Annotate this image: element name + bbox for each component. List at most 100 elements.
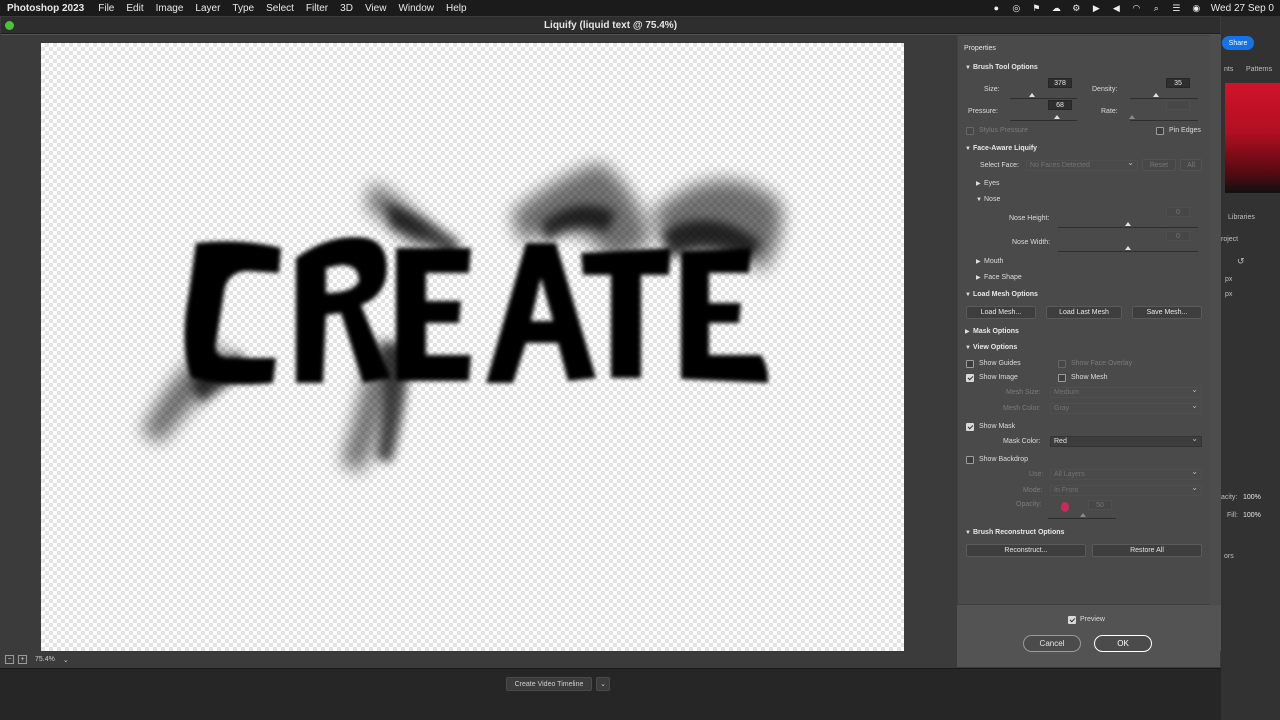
ok-button[interactable]: OK bbox=[1094, 635, 1152, 652]
save-mesh-button[interactable]: Save Mesh... bbox=[1132, 306, 1202, 319]
pressure-slider-thumb[interactable] bbox=[1054, 115, 1060, 119]
menu-edit[interactable]: Edit bbox=[120, 3, 149, 14]
reconstruct-header[interactable]: ▼ Brush Reconstruct Options bbox=[965, 529, 1064, 536]
select-face-dropdown[interactable]: No Faces Detected bbox=[1026, 158, 1138, 171]
zoom-dropdown-icon[interactable]: ⌄ bbox=[63, 656, 69, 664]
backdrop-opacity-track[interactable] bbox=[1048, 518, 1116, 519]
menu-view[interactable]: View bbox=[359, 3, 393, 14]
chevron-down-icon: ▼ bbox=[965, 146, 971, 152]
siri-icon[interactable]: ◉ bbox=[1191, 3, 1202, 14]
mesh-size-dropdown[interactable]: Medium bbox=[1050, 385, 1202, 398]
density-input[interactable]: 35 bbox=[1166, 78, 1190, 88]
volume-icon[interactable]: ◀ bbox=[1111, 3, 1122, 14]
stylus-pressure-checkbox[interactable] bbox=[966, 127, 974, 135]
mode-dropdown[interactable]: In Front bbox=[1050, 483, 1202, 496]
eyes-row[interactable]: ▶ Eyes bbox=[976, 180, 1000, 187]
create-video-timeline-button[interactable]: Create Video Timeline bbox=[506, 677, 592, 691]
reconstruct-button[interactable]: Reconstruct... bbox=[966, 544, 1086, 557]
size-slider-thumb[interactable] bbox=[1029, 93, 1035, 97]
menu-filter[interactable]: Filter bbox=[300, 3, 334, 14]
face-aware-header[interactable]: ▼ Face-Aware Liquify bbox=[965, 145, 1037, 152]
restore-all-button[interactable]: Restore All bbox=[1092, 544, 1202, 557]
network-icon[interactable]: ⚙ bbox=[1071, 3, 1082, 14]
menubar-clock[interactable]: Wed 27 Sep 0 bbox=[1211, 3, 1274, 14]
show-backdrop-checkbox[interactable] bbox=[966, 456, 974, 464]
view-options-header[interactable]: ▼ View Options bbox=[965, 344, 1017, 351]
timeline-dropdown-icon[interactable]: ⌄ bbox=[596, 677, 610, 691]
menu-help[interactable]: Help bbox=[440, 3, 473, 14]
zoom-out-icon[interactable]: − bbox=[5, 655, 14, 664]
menu-type[interactable]: Type bbox=[226, 3, 260, 14]
tab-libraries[interactable]: Libraries bbox=[1228, 214, 1255, 221]
menu-file[interactable]: File bbox=[92, 3, 120, 14]
show-guides-checkbox[interactable] bbox=[966, 360, 974, 368]
search-icon[interactable]: ⌕ bbox=[1151, 3, 1162, 14]
mask-color-dropdown[interactable]: Red bbox=[1050, 434, 1202, 447]
nose-height-slider-thumb[interactable] bbox=[1125, 222, 1131, 226]
photoshop-bottom-panel bbox=[0, 668, 1221, 720]
properties-scrollbar[interactable] bbox=[1210, 35, 1221, 605]
menu-layer[interactable]: Layer bbox=[189, 3, 226, 14]
pressure-slider-track[interactable] bbox=[1010, 120, 1077, 121]
all-button[interactable]: All bbox=[1180, 159, 1202, 171]
flag-icon[interactable]: ⚑ bbox=[1031, 3, 1042, 14]
creative-cloud-icon[interactable]: ◎ bbox=[1011, 3, 1022, 14]
rate-slider-track[interactable] bbox=[1130, 120, 1198, 121]
fill-value[interactable]: 100% bbox=[1243, 512, 1261, 519]
share-button[interactable]: Share bbox=[1222, 36, 1254, 50]
menu-image[interactable]: Image bbox=[150, 3, 190, 14]
menu-select[interactable]: Select bbox=[260, 3, 300, 14]
record-icon[interactable]: ● bbox=[991, 3, 1002, 14]
mask-options-header[interactable]: ▶ Mask Options bbox=[965, 328, 1019, 335]
backdrop-opacity-thumb[interactable] bbox=[1080, 513, 1086, 517]
face-shape-row[interactable]: ▶ Face Shape bbox=[976, 274, 1022, 281]
nose-row[interactable]: ▼ Nose bbox=[976, 196, 1000, 203]
nose-width-slider-track[interactable] bbox=[1058, 251, 1198, 252]
zoom-level[interactable]: 75.4% bbox=[35, 656, 55, 663]
zoom-in-icon[interactable]: + bbox=[18, 655, 27, 664]
load-mesh-button[interactable]: Load Mesh... bbox=[966, 306, 1036, 319]
mouth-row[interactable]: ▶ Mouth bbox=[976, 258, 1003, 265]
cancel-button[interactable]: Cancel bbox=[1023, 635, 1081, 652]
tab-fragment[interactable]: nts bbox=[1224, 66, 1233, 73]
menu-3d[interactable]: 3D bbox=[334, 3, 359, 14]
reset-button[interactable]: Reset bbox=[1142, 159, 1176, 171]
load-last-mesh-button[interactable]: Load Last Mesh bbox=[1046, 306, 1122, 319]
brush-tool-options-header[interactable]: ▼ Brush Tool Options bbox=[965, 64, 1038, 71]
backdrop-opacity-input[interactable]: 50 bbox=[1088, 500, 1112, 510]
tab-patterns[interactable]: Patterns bbox=[1246, 66, 1272, 73]
canvas-area[interactable] bbox=[1, 35, 957, 653]
rotate-icon[interactable]: ↺ bbox=[1237, 256, 1245, 267]
mesh-color-dropdown[interactable]: Gray bbox=[1050, 401, 1202, 414]
menu-window[interactable]: Window bbox=[392, 3, 440, 14]
properties-scroll-area[interactable]: Properties ▼ Brush Tool Options Size: 378… bbox=[957, 35, 1213, 605]
show-mesh-checkbox[interactable] bbox=[1058, 374, 1066, 382]
show-face-overlay-checkbox[interactable] bbox=[1058, 360, 1066, 368]
nose-height-input[interactable]: 0 bbox=[1166, 207, 1190, 217]
density-slider-thumb[interactable] bbox=[1153, 93, 1159, 97]
nose-width-slider-thumb[interactable] bbox=[1125, 246, 1131, 250]
load-mesh-header[interactable]: ▼ Load Mesh Options bbox=[965, 291, 1038, 298]
wifi-icon[interactable]: ◠ bbox=[1131, 3, 1142, 14]
color-field[interactable] bbox=[1225, 83, 1280, 193]
show-mask-checkbox[interactable] bbox=[966, 423, 974, 431]
pin-edges-checkbox[interactable] bbox=[1156, 127, 1164, 135]
rate-slider-thumb[interactable] bbox=[1129, 115, 1135, 119]
control-center-icon[interactable]: ☰ bbox=[1171, 3, 1182, 14]
app-menu[interactable]: Photoshop 2023 bbox=[0, 3, 92, 14]
nose-width-input[interactable]: 0 bbox=[1166, 231, 1190, 241]
density-slider-track[interactable] bbox=[1130, 98, 1198, 99]
window-zoom-button[interactable] bbox=[5, 21, 14, 30]
show-image-checkbox[interactable] bbox=[966, 374, 974, 382]
preview-checkbox[interactable] bbox=[1068, 616, 1076, 624]
pressure-input[interactable]: 68 bbox=[1048, 100, 1072, 110]
cloud-icon[interactable]: ☁ bbox=[1051, 3, 1062, 14]
size-slider-track[interactable] bbox=[1010, 98, 1077, 99]
use-dropdown[interactable]: All Layers bbox=[1050, 467, 1202, 480]
document-canvas[interactable] bbox=[41, 43, 904, 653]
play-icon[interactable]: ▶ bbox=[1091, 3, 1102, 14]
nose-height-slider-track[interactable] bbox=[1058, 227, 1198, 228]
rate-input[interactable] bbox=[1166, 100, 1190, 110]
size-input[interactable]: 378 bbox=[1048, 78, 1072, 88]
opacity-value[interactable]: 100% bbox=[1243, 494, 1261, 501]
